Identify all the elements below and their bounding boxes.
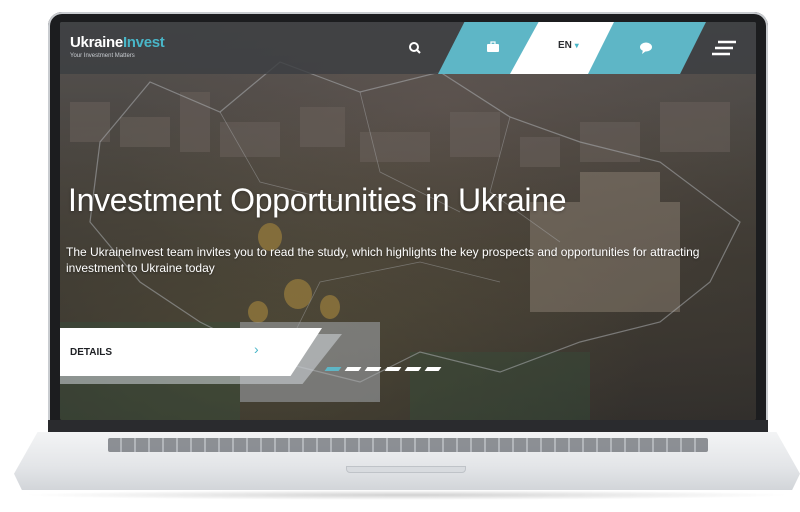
slide-dot-6[interactable] — [424, 367, 442, 371]
hero-description: The UkraineInvest team invites you to re… — [66, 245, 700, 275]
logo-accent-text: Invest — [122, 34, 165, 51]
contact-button[interactable] — [638, 40, 654, 56]
search-button[interactable] — [407, 40, 423, 56]
language-label: EN — [558, 40, 572, 51]
laptop-shadow — [20, 490, 794, 500]
logo-text: UkraineInvest — [70, 34, 165, 51]
menu-button[interactable] — [710, 39, 738, 57]
logo-main-text: Ukraine — [70, 34, 123, 51]
chevron-right-icon: › — [254, 341, 259, 357]
language-selector[interactable]: EN ▾ — [558, 40, 579, 51]
top-navigation-bar: UkraineInvest Your Investment Matters EN… — [60, 22, 756, 74]
laptop-keyboard — [108, 438, 708, 452]
business-button[interactable] — [485, 39, 501, 55]
menu-icon — [712, 40, 736, 56]
details-label: DETAILS — [70, 347, 113, 358]
browser-screen: UkraineInvest Your Investment Matters EN… — [60, 22, 756, 420]
slide-dot-5[interactable] — [404, 367, 422, 371]
slide-dot-1[interactable] — [324, 367, 342, 371]
site-logo[interactable]: UkraineInvest Your Investment Matters — [70, 34, 165, 59]
laptop-notch — [346, 466, 466, 473]
slide-dot-3[interactable] — [364, 367, 382, 371]
slide-dot-2[interactable] — [344, 367, 362, 371]
slider-pagination — [324, 367, 442, 371]
laptop-hinge — [48, 420, 768, 434]
slide-dot-4[interactable] — [384, 367, 402, 371]
hero-title: Investment Opportunities in Ukraine — [68, 182, 567, 218]
chat-icon — [640, 42, 652, 54]
search-icon — [409, 42, 421, 54]
briefcase-icon — [487, 41, 499, 52]
chevron-down-icon: ▾ — [574, 41, 579, 50]
logo-tagline: Your Investment Matters — [70, 53, 135, 59]
details-button[interactable]: DETAILS › — [60, 328, 322, 376]
